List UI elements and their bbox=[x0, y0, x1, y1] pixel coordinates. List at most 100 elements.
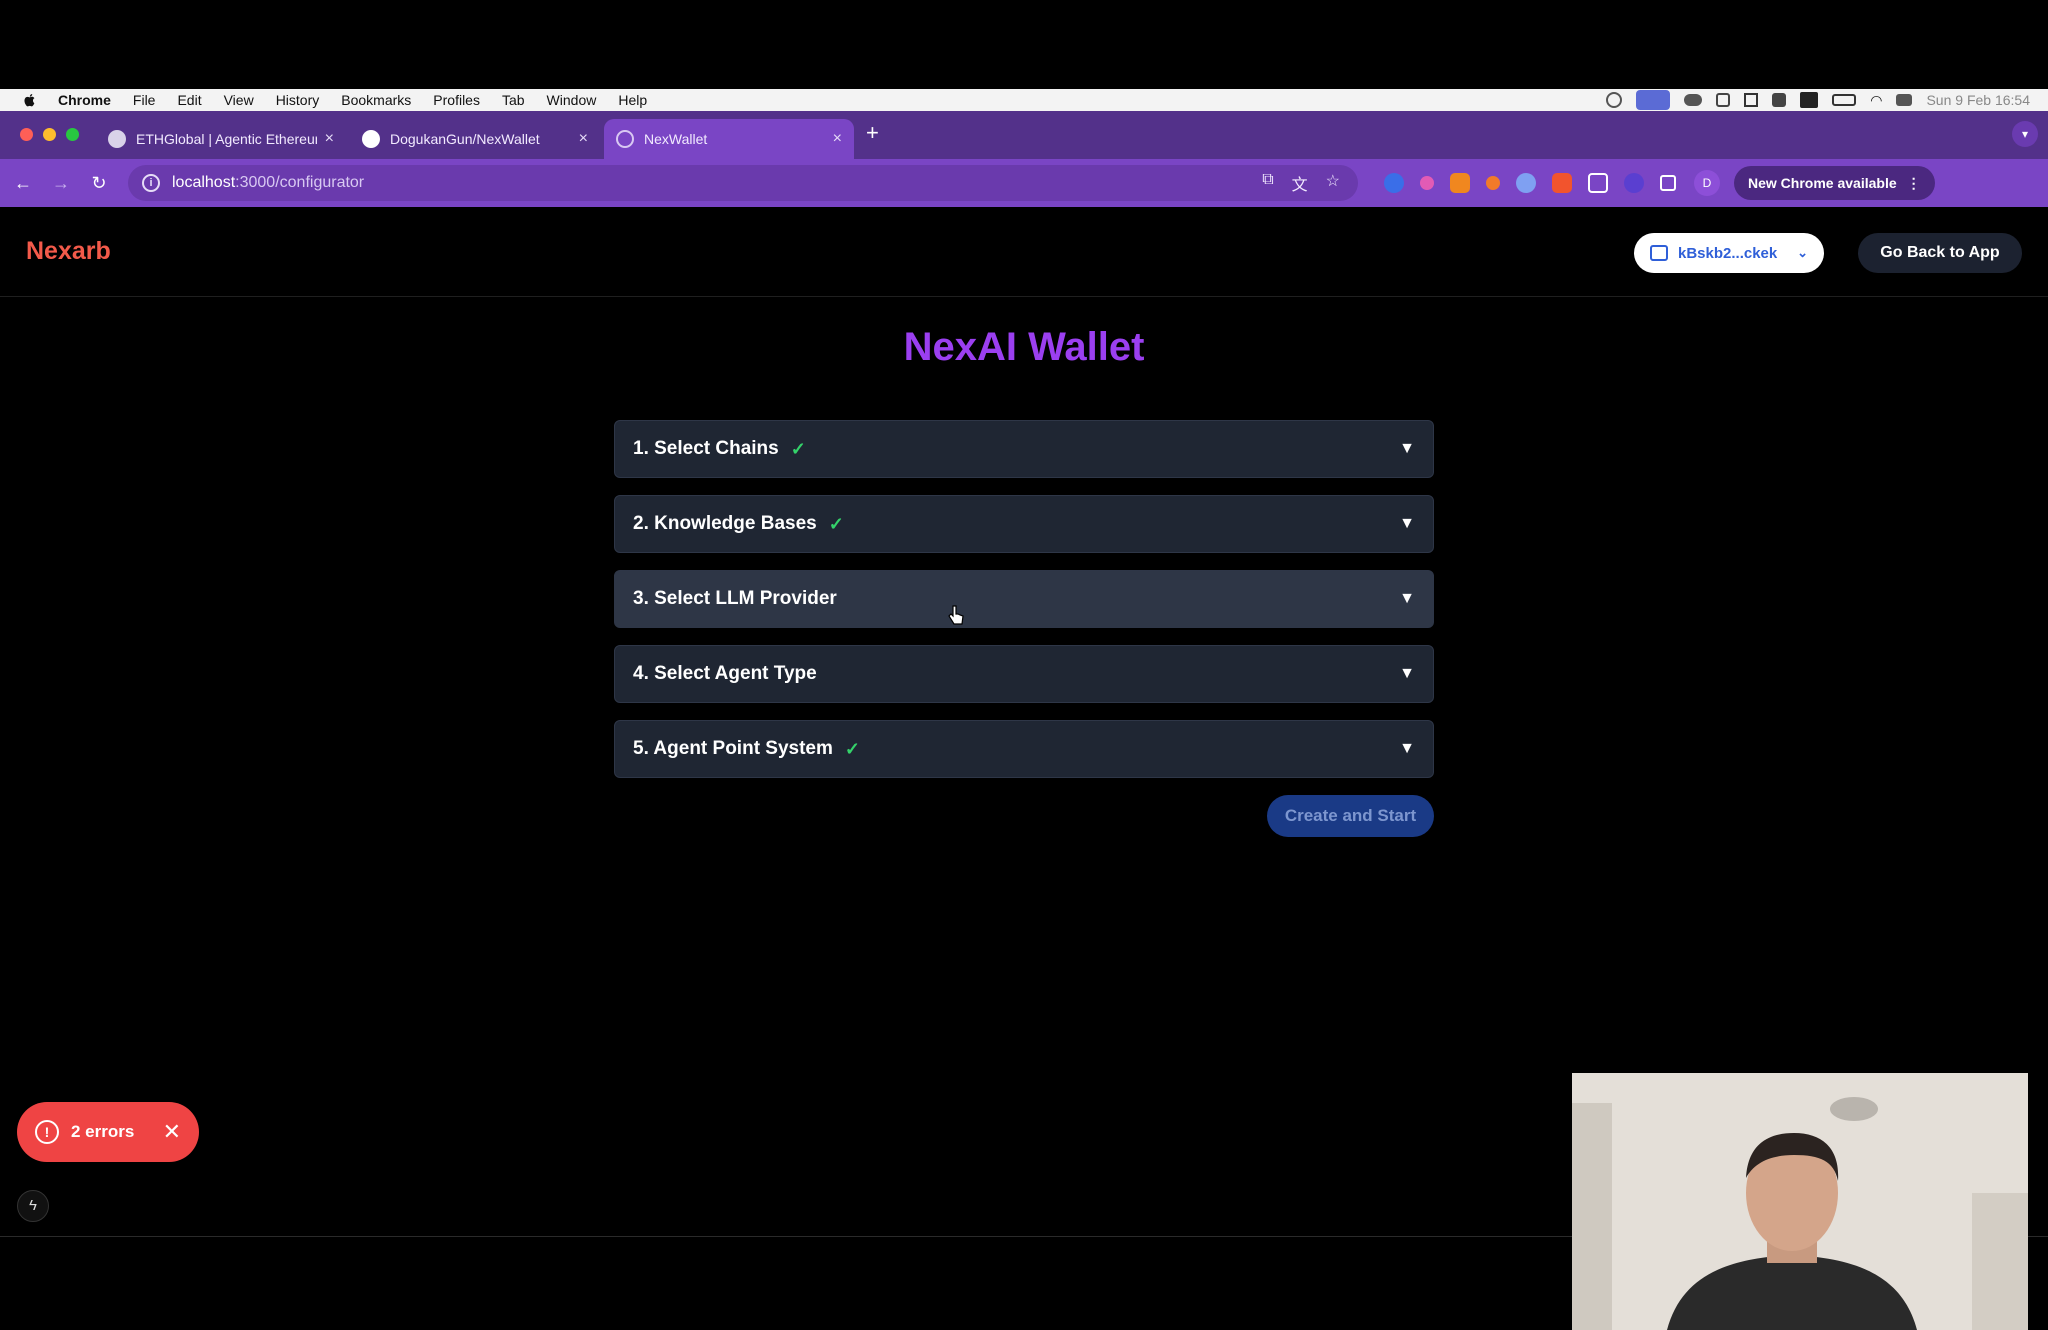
app-header: Nexarb kBskb2...ckek ⌄ Go Back to App bbox=[0, 207, 2048, 297]
errors-indicator[interactable]: ! 2 errors ✕ bbox=[17, 1102, 199, 1162]
hand-cursor-icon bbox=[948, 605, 964, 625]
status-app-icon[interactable] bbox=[1606, 92, 1623, 108]
accordion-select-chains[interactable]: 1. Select Chains ✓ ▼ bbox=[614, 420, 1434, 478]
globe-favicon-icon bbox=[616, 130, 634, 148]
notion-icon[interactable] bbox=[1744, 93, 1759, 107]
evernote-icon[interactable] bbox=[1772, 93, 1787, 107]
github-favicon-icon bbox=[362, 130, 380, 148]
new-chrome-available-button[interactable]: New Chrome available ⋮ bbox=[1734, 166, 1935, 200]
bookmark-star-icon[interactable]: ☆ bbox=[1326, 171, 1340, 195]
url-host: localhost bbox=[172, 174, 236, 191]
chevron-down-icon: ⌄ bbox=[1797, 245, 1808, 260]
accordion-label: 4. Select Agent Type bbox=[633, 663, 817, 684]
ethglobal-favicon-icon bbox=[108, 130, 126, 148]
check-icon: ✓ bbox=[844, 738, 860, 759]
tab-title: NexWallet bbox=[644, 131, 708, 147]
address-bar-actions: ⧉ 文 ☆ bbox=[1262, 171, 1358, 195]
check-icon: ✓ bbox=[790, 438, 806, 459]
more-menu-icon[interactable]: ⋮ bbox=[1907, 175, 1921, 192]
menu-edit[interactable]: Edit bbox=[177, 92, 201, 108]
extension-pink-icon[interactable] bbox=[1420, 176, 1434, 190]
presenter-video bbox=[1572, 1073, 2028, 1330]
expand-triangle-icon: ▼ bbox=[1399, 440, 1415, 457]
battery-icon[interactable] bbox=[1832, 94, 1857, 106]
menu-chrome[interactable]: Chrome bbox=[58, 92, 111, 108]
url-path: :3000/configurator bbox=[235, 174, 365, 191]
forward-arrow-icon[interactable]: → bbox=[42, 173, 80, 194]
menu-bar-clock[interactable]: Sun 9 Feb 16:54 bbox=[1926, 92, 2030, 108]
menu-tab[interactable]: Tab bbox=[502, 92, 525, 108]
metamask-icon[interactable] bbox=[1450, 173, 1470, 193]
cloud-icon[interactable] bbox=[1684, 94, 1703, 106]
menu-help[interactable]: Help bbox=[618, 92, 647, 108]
tab-nexwallet[interactable]: NexWallet × bbox=[604, 119, 854, 159]
extension-red-icon[interactable] bbox=[1552, 173, 1572, 193]
address-bar[interactable]: i localhost:3000/configurator ⧉ 文 ☆ bbox=[128, 165, 1358, 201]
reload-icon[interactable]: ↻ bbox=[80, 173, 118, 194]
create-and-start-button[interactable]: Create and Start bbox=[1267, 795, 1434, 837]
site-info-icon[interactable]: i bbox=[142, 174, 160, 192]
accordion-select-agent-type[interactable]: 4. Select Agent Type ▼ bbox=[614, 645, 1434, 703]
page-title: NexAI Wallet bbox=[903, 325, 1145, 369]
menu-file[interactable]: File bbox=[133, 92, 156, 108]
extension-spark-icon[interactable] bbox=[1486, 176, 1500, 190]
wallet-address: kBskb2...ckek bbox=[1678, 244, 1778, 262]
expand-triangle-icon: ▼ bbox=[1399, 665, 1415, 682]
close-icon[interactable]: ✕ bbox=[163, 1119, 181, 1145]
chrome-toolbar: ← → ↻ i localhost:3000/configurator ⧉ 文 … bbox=[0, 159, 2048, 207]
extensions-puzzle-icon[interactable] bbox=[1660, 175, 1676, 191]
zoom-window-button[interactable] bbox=[66, 128, 79, 141]
extensions-bar bbox=[1384, 173, 1676, 193]
nexarb-logo[interactable]: Nexarb bbox=[26, 237, 111, 266]
menu-history[interactable]: History bbox=[276, 92, 320, 108]
apple-icon[interactable] bbox=[22, 92, 38, 108]
tab-search-icon[interactable]: ▾ bbox=[2012, 121, 2038, 147]
back-arrow-icon[interactable]: ← bbox=[4, 173, 42, 194]
expand-triangle-icon: ▼ bbox=[1399, 740, 1415, 757]
screen-share-icon[interactable] bbox=[1636, 90, 1671, 110]
errors-count: 2 errors bbox=[71, 1122, 135, 1141]
accordion-label: 1. Select Chains bbox=[633, 438, 779, 459]
extension-grid-icon[interactable] bbox=[1588, 173, 1608, 193]
close-tab-icon[interactable]: × bbox=[325, 130, 334, 148]
screen: Chrome File Edit View History Bookmarks … bbox=[0, 0, 2048, 1330]
open-in-app-icon[interactable]: ⧉ bbox=[1262, 171, 1273, 195]
dev-tools-lightning-icon[interactable]: ϟ bbox=[17, 1190, 49, 1222]
profile-avatar[interactable]: D bbox=[1694, 170, 1720, 196]
tab-title: ETHGlobal | Agentic Ethereum bbox=[136, 131, 317, 147]
control-center-icon[interactable] bbox=[1896, 94, 1913, 106]
extension-badge-icon[interactable] bbox=[1384, 173, 1404, 193]
menu-bookmarks[interactable]: Bookmarks bbox=[341, 92, 411, 108]
minimize-window-button[interactable] bbox=[43, 128, 56, 141]
menu-profiles[interactable]: Profiles bbox=[433, 92, 480, 108]
chrome-tab-strip: ETHGlobal | Agentic Ethereum × DogukanGu… bbox=[0, 111, 2048, 159]
close-tab-icon[interactable]: × bbox=[833, 130, 842, 148]
go-back-to-app-button[interactable]: Go Back to App bbox=[1858, 233, 2022, 273]
accordion-select-llm-provider[interactable]: 3. Select LLM Provider ▼ bbox=[614, 570, 1434, 628]
wallet-icon bbox=[1650, 245, 1668, 261]
new-chrome-label: New Chrome available bbox=[1748, 175, 1897, 191]
extension-status-icon[interactable] bbox=[1716, 93, 1731, 107]
accordion-agent-point-system[interactable]: 5. Agent Point System ✓ ▼ bbox=[614, 720, 1434, 778]
extension-cloud-icon[interactable] bbox=[1516, 173, 1536, 193]
check-icon: ✓ bbox=[828, 513, 844, 534]
wifi-icon[interactable]: ◠ bbox=[1870, 92, 1882, 108]
close-window-button[interactable] bbox=[20, 128, 33, 141]
translate-icon[interactable]: 文 bbox=[1292, 171, 1308, 195]
macos-menu-bar: Chrome File Edit View History Bookmarks … bbox=[0, 89, 2048, 111]
accordion-label: 5. Agent Point System bbox=[633, 738, 833, 759]
accordion-knowledge-bases[interactable]: 2. Knowledge Bases ✓ ▼ bbox=[614, 495, 1434, 553]
close-tab-icon[interactable]: × bbox=[579, 130, 588, 148]
menu-view[interactable]: View bbox=[224, 92, 254, 108]
accordion-label: 3. Select LLM Provider bbox=[633, 588, 837, 609]
wallet-connect-button[interactable]: kBskb2...ckek ⌄ bbox=[1634, 233, 1824, 273]
accordion-label: 2. Knowledge Bases bbox=[633, 513, 817, 534]
tab-github[interactable]: DogukanGun/NexWallet × bbox=[350, 119, 600, 159]
menu-window[interactable]: Window bbox=[547, 92, 597, 108]
expand-triangle-icon: ▼ bbox=[1399, 515, 1415, 532]
extension-dark-icon[interactable] bbox=[1624, 173, 1644, 193]
tab-ethglobal[interactable]: ETHGlobal | Agentic Ethereum × bbox=[96, 119, 346, 159]
new-tab-button[interactable]: + bbox=[866, 120, 879, 146]
status-icons: ◠ Sun 9 Feb 16:54 bbox=[1606, 90, 2048, 110]
input-source-icon[interactable] bbox=[1800, 92, 1819, 108]
